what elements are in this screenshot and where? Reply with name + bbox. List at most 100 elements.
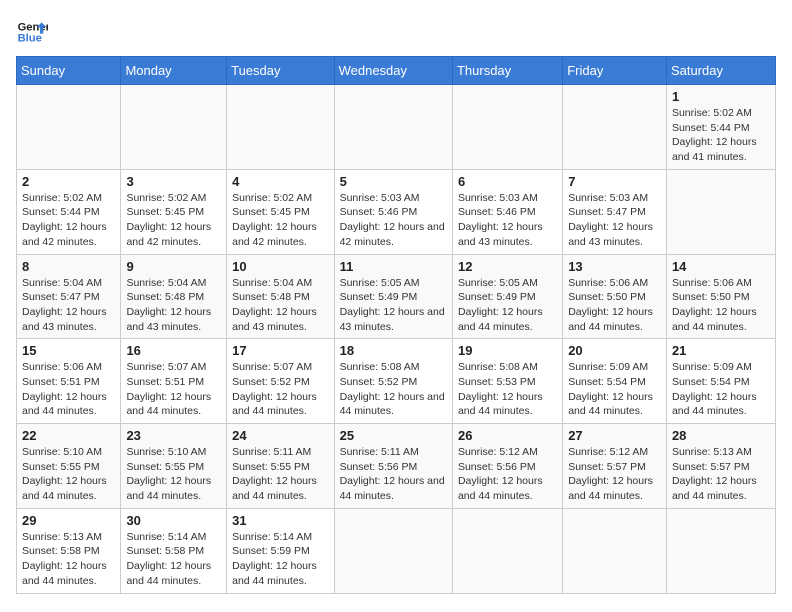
calendar-cell: 14 Sunrise: 5:06 AMSunset: 5:50 PMDaylig… xyxy=(666,254,775,339)
day-number: 29 xyxy=(22,513,115,528)
day-header-monday: Monday xyxy=(121,57,227,85)
day-number: 26 xyxy=(458,428,557,443)
day-info: Sunrise: 5:11 AMSunset: 5:55 PMDaylight:… xyxy=(232,445,328,504)
day-number: 19 xyxy=(458,343,557,358)
calendar-cell: 8 Sunrise: 5:04 AMSunset: 5:47 PMDayligh… xyxy=(17,254,121,339)
day-header-tuesday: Tuesday xyxy=(227,57,334,85)
day-number: 17 xyxy=(232,343,328,358)
logo-icon: General Blue xyxy=(16,16,48,48)
day-number: 22 xyxy=(22,428,115,443)
calendar-cell: 4 Sunrise: 5:02 AMSunset: 5:45 PMDayligh… xyxy=(227,169,334,254)
calendar-cell: 17 Sunrise: 5:07 AMSunset: 5:52 PMDaylig… xyxy=(227,339,334,424)
calendar-cell xyxy=(334,508,452,593)
day-number: 4 xyxy=(232,174,328,189)
calendar-cell: 5 Sunrise: 5:03 AMSunset: 5:46 PMDayligh… xyxy=(334,169,452,254)
day-number: 18 xyxy=(340,343,447,358)
calendar-cell xyxy=(452,508,562,593)
day-info: Sunrise: 5:03 AMSunset: 5:47 PMDaylight:… xyxy=(568,191,661,250)
calendar-cell: 15 Sunrise: 5:06 AMSunset: 5:51 PMDaylig… xyxy=(17,339,121,424)
day-number: 6 xyxy=(458,174,557,189)
calendar-cell: 11 Sunrise: 5:05 AMSunset: 5:49 PMDaylig… xyxy=(334,254,452,339)
day-number: 28 xyxy=(672,428,770,443)
day-info: Sunrise: 5:14 AMSunset: 5:59 PMDaylight:… xyxy=(232,530,328,589)
day-info: Sunrise: 5:12 AMSunset: 5:56 PMDaylight:… xyxy=(458,445,557,504)
day-info: Sunrise: 5:07 AMSunset: 5:51 PMDaylight:… xyxy=(126,360,221,419)
calendar-cell xyxy=(563,85,667,170)
day-info: Sunrise: 5:06 AMSunset: 5:50 PMDaylight:… xyxy=(568,276,661,335)
day-info: Sunrise: 5:12 AMSunset: 5:57 PMDaylight:… xyxy=(568,445,661,504)
day-number: 16 xyxy=(126,343,221,358)
day-header-sunday: Sunday xyxy=(17,57,121,85)
calendar-cell: 24 Sunrise: 5:11 AMSunset: 5:55 PMDaylig… xyxy=(227,424,334,509)
calendar-cell: 10 Sunrise: 5:04 AMSunset: 5:48 PMDaylig… xyxy=(227,254,334,339)
day-number: 14 xyxy=(672,259,770,274)
calendar-cell: 23 Sunrise: 5:10 AMSunset: 5:55 PMDaylig… xyxy=(121,424,227,509)
day-number: 10 xyxy=(232,259,328,274)
calendar-cell: 7 Sunrise: 5:03 AMSunset: 5:47 PMDayligh… xyxy=(563,169,667,254)
day-number: 3 xyxy=(126,174,221,189)
calendar-cell: 28 Sunrise: 5:13 AMSunset: 5:57 PMDaylig… xyxy=(666,424,775,509)
calendar-cell: 6 Sunrise: 5:03 AMSunset: 5:46 PMDayligh… xyxy=(452,169,562,254)
day-info: Sunrise: 5:10 AMSunset: 5:55 PMDaylight:… xyxy=(126,445,221,504)
day-number: 27 xyxy=(568,428,661,443)
day-info: Sunrise: 5:09 AMSunset: 5:54 PMDaylight:… xyxy=(672,360,770,419)
day-number: 5 xyxy=(340,174,447,189)
svg-text:Blue: Blue xyxy=(18,33,42,45)
day-number: 2 xyxy=(22,174,115,189)
day-number: 24 xyxy=(232,428,328,443)
calendar-cell: 25 Sunrise: 5:11 AMSunset: 5:56 PMDaylig… xyxy=(334,424,452,509)
calendar-week-row: 8 Sunrise: 5:04 AMSunset: 5:47 PMDayligh… xyxy=(17,254,776,339)
day-info: Sunrise: 5:02 AMSunset: 5:45 PMDaylight:… xyxy=(232,191,328,250)
calendar-cell xyxy=(563,508,667,593)
calendar-cell: 9 Sunrise: 5:04 AMSunset: 5:48 PMDayligh… xyxy=(121,254,227,339)
header: General Blue xyxy=(16,16,776,48)
calendar-cell: 18 Sunrise: 5:08 AMSunset: 5:52 PMDaylig… xyxy=(334,339,452,424)
day-header-thursday: Thursday xyxy=(452,57,562,85)
day-number: 20 xyxy=(568,343,661,358)
calendar-cell xyxy=(121,85,227,170)
day-number: 13 xyxy=(568,259,661,274)
day-info: Sunrise: 5:02 AMSunset: 5:45 PMDaylight:… xyxy=(126,191,221,250)
day-number: 7 xyxy=(568,174,661,189)
calendar-cell: 31 Sunrise: 5:14 AMSunset: 5:59 PMDaylig… xyxy=(227,508,334,593)
day-info: Sunrise: 5:13 AMSunset: 5:57 PMDaylight:… xyxy=(672,445,770,504)
day-info: Sunrise: 5:05 AMSunset: 5:49 PMDaylight:… xyxy=(340,276,447,335)
calendar-cell: 12 Sunrise: 5:05 AMSunset: 5:49 PMDaylig… xyxy=(452,254,562,339)
day-info: Sunrise: 5:04 AMSunset: 5:47 PMDaylight:… xyxy=(22,276,115,335)
day-info: Sunrise: 5:11 AMSunset: 5:56 PMDaylight:… xyxy=(340,445,447,504)
day-info: Sunrise: 5:04 AMSunset: 5:48 PMDaylight:… xyxy=(232,276,328,335)
day-number: 11 xyxy=(340,259,447,274)
day-header-wednesday: Wednesday xyxy=(334,57,452,85)
calendar-cell: 2 Sunrise: 5:02 AMSunset: 5:44 PMDayligh… xyxy=(17,169,121,254)
calendar-cell: 27 Sunrise: 5:12 AMSunset: 5:57 PMDaylig… xyxy=(563,424,667,509)
logo: General Blue xyxy=(16,16,48,48)
day-number: 15 xyxy=(22,343,115,358)
svg-text:General: General xyxy=(18,21,48,33)
calendar-cell: 1 Sunrise: 5:02 AMSunset: 5:44 PMDayligh… xyxy=(666,85,775,170)
calendar-cell xyxy=(452,85,562,170)
calendar-cell xyxy=(334,85,452,170)
day-info: Sunrise: 5:13 AMSunset: 5:58 PMDaylight:… xyxy=(22,530,115,589)
calendar-cell: 16 Sunrise: 5:07 AMSunset: 5:51 PMDaylig… xyxy=(121,339,227,424)
day-info: Sunrise: 5:07 AMSunset: 5:52 PMDaylight:… xyxy=(232,360,328,419)
day-header-saturday: Saturday xyxy=(666,57,775,85)
day-info: Sunrise: 5:08 AMSunset: 5:52 PMDaylight:… xyxy=(340,360,447,419)
calendar-cell: 22 Sunrise: 5:10 AMSunset: 5:55 PMDaylig… xyxy=(17,424,121,509)
day-info: Sunrise: 5:03 AMSunset: 5:46 PMDaylight:… xyxy=(458,191,557,250)
day-info: Sunrise: 5:06 AMSunset: 5:50 PMDaylight:… xyxy=(672,276,770,335)
day-number: 12 xyxy=(458,259,557,274)
day-info: Sunrise: 5:09 AMSunset: 5:54 PMDaylight:… xyxy=(568,360,661,419)
day-number: 9 xyxy=(126,259,221,274)
calendar-week-row: 2 Sunrise: 5:02 AMSunset: 5:44 PMDayligh… xyxy=(17,169,776,254)
day-info: Sunrise: 5:06 AMSunset: 5:51 PMDaylight:… xyxy=(22,360,115,419)
day-info: Sunrise: 5:10 AMSunset: 5:55 PMDaylight:… xyxy=(22,445,115,504)
calendar-week-row: 15 Sunrise: 5:06 AMSunset: 5:51 PMDaylig… xyxy=(17,339,776,424)
day-header-friday: Friday xyxy=(563,57,667,85)
day-number: 23 xyxy=(126,428,221,443)
day-number: 31 xyxy=(232,513,328,528)
calendar-cell: 26 Sunrise: 5:12 AMSunset: 5:56 PMDaylig… xyxy=(452,424,562,509)
day-number: 30 xyxy=(126,513,221,528)
calendar-cell xyxy=(666,169,775,254)
calendar-cell xyxy=(666,508,775,593)
calendar-week-row: 29 Sunrise: 5:13 AMSunset: 5:58 PMDaylig… xyxy=(17,508,776,593)
